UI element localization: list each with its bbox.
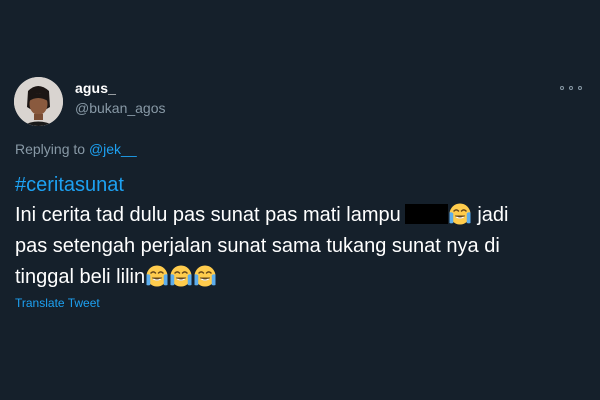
tweet-text-line: pas setengah perjalan sunat sama tukang … bbox=[15, 235, 500, 257]
hashtag-link[interactable]: #ceritasunat bbox=[15, 174, 124, 197]
dot bbox=[578, 86, 582, 90]
dot bbox=[569, 86, 573, 90]
loudly-crying-face-icon bbox=[169, 264, 193, 288]
tweet-text: Ini cerita tad dulu pas sunat pas mati l… bbox=[15, 200, 580, 293]
replying-mention-link[interactable]: @jek__ bbox=[89, 141, 137, 157]
dot bbox=[560, 86, 564, 90]
tweet-card: agus_ @bukan_agos Replying to @jek__ #ce… bbox=[0, 0, 600, 400]
user-handle[interactable]: @bukan_agos bbox=[75, 100, 166, 116]
replying-prefix: Replying to bbox=[15, 141, 86, 157]
tweet-text-segment: tinggal beli lilin bbox=[15, 266, 146, 288]
tweet-text-segment: Ini cerita tad dulu pas sunat pas mati l… bbox=[15, 204, 401, 226]
loudly-crying-face-icon bbox=[448, 202, 472, 226]
translate-tweet-link[interactable]: Translate Tweet bbox=[15, 296, 100, 310]
avatar[interactable] bbox=[14, 77, 63, 126]
replying-to-line: Replying to @jek__ bbox=[15, 141, 137, 157]
redacted-word bbox=[404, 204, 448, 224]
tweet-text-segment: jadi bbox=[477, 204, 509, 226]
tweet-text-line: tinggal beli lilin bbox=[15, 262, 580, 293]
loudly-crying-face-icon bbox=[193, 264, 217, 288]
tweet-text-line: Ini cerita tad dulu pas sunat pas mati l… bbox=[15, 200, 580, 231]
loudly-crying-face-icon bbox=[145, 264, 169, 288]
more-horizontal-icon[interactable] bbox=[560, 80, 582, 96]
display-name[interactable]: agus_ bbox=[75, 80, 116, 96]
